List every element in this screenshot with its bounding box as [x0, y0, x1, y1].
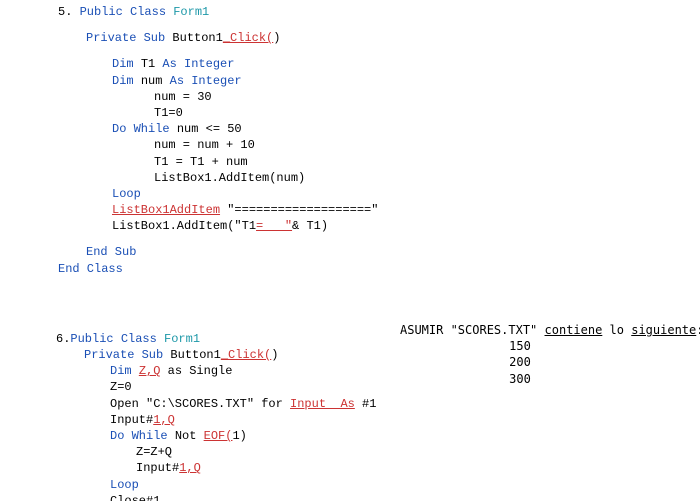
- ex5-declaration: 5. Public Class Form1: [58, 4, 700, 20]
- kw-private-sub: Private Sub: [86, 31, 165, 45]
- cond: num <= 50: [177, 122, 242, 136]
- method-name: Button1: [172, 31, 222, 45]
- kw-loop: Loop: [58, 186, 700, 202]
- input-kw: Input#: [136, 461, 179, 475]
- open-prefix: Open "C:\SCORES.TXT" for: [110, 397, 283, 411]
- kw-dim: Dim: [112, 74, 134, 88]
- class-name: Form1: [173, 5, 209, 19]
- ex5-loop-body2: T1 = T1 + num: [58, 154, 700, 170]
- ex5-dim-num: Dim num As Integer: [58, 73, 700, 89]
- err-input-as: Input As: [290, 397, 355, 411]
- hash1: #1: [362, 397, 376, 411]
- scores-note-label: ASUMIR "SCORES.TXT" contiene lo siguient…: [400, 322, 700, 338]
- scores-note: ASUMIR "SCORES.TXT" contiene lo siguient…: [400, 322, 700, 387]
- lo-text: lo: [610, 323, 624, 337]
- kw-end-sub: End Sub: [58, 244, 700, 260]
- scores-value-1: 150: [400, 338, 640, 354]
- ex5-additem-sep: ListBox1AddItem "===================": [58, 202, 700, 218]
- as-single: as Single: [168, 364, 233, 378]
- err-zq: Z,Q: [139, 364, 161, 378]
- var-t1: T1: [141, 57, 155, 71]
- ex5-additem-t1: ListBox1.AddItem("T1= "& T1): [58, 218, 700, 234]
- ex5-dim-t1: Dim T1 As Integer: [58, 56, 700, 72]
- underlined-click: _Click(: [221, 348, 271, 362]
- ex5-assign-num: num = 30: [58, 89, 700, 105]
- ex6-open: Open "C:\SCORES.TXT" for Input As #1: [56, 396, 700, 412]
- input-kw: Input#: [110, 413, 153, 427]
- close-paren: ): [271, 348, 278, 362]
- var-num: num: [141, 74, 163, 88]
- kw-as-integer: As Integer: [170, 74, 242, 88]
- class-name: Form1: [164, 332, 200, 346]
- ex6-close: Close#1: [56, 493, 700, 501]
- additem-suffix: & T1): [292, 219, 328, 233]
- eof-arg: 1): [232, 429, 246, 443]
- err-eof: EOF(: [204, 429, 233, 443]
- additem-prefix: ListBox1.AddItem("T1: [112, 219, 256, 233]
- ex5-number: 5.: [58, 5, 72, 19]
- kw-end-class: End Class: [58, 261, 700, 277]
- scores-value-2: 200: [400, 354, 640, 370]
- ex6-zzq: Z=Z+Q: [56, 444, 700, 460]
- ex6-input2: Input#1,Q: [56, 460, 700, 476]
- asumir-text: ASUMIR "SCORES.TXT": [400, 323, 537, 337]
- sep-string: "===================": [227, 203, 378, 217]
- exercise-5: 5. Public Class Form1 Private Sub Button…: [58, 4, 700, 277]
- ex6-do-while: Do While Not EOF(1): [56, 428, 700, 444]
- kw-not: Not: [175, 429, 197, 443]
- document-page: 5. Public Class Form1 Private Sub Button…: [0, 0, 700, 501]
- err-1q2: 1,Q: [179, 461, 201, 475]
- kw-do-while: Do While: [112, 122, 170, 136]
- kw-loop: Loop: [56, 477, 700, 493]
- ex6-number: 6.: [56, 332, 70, 346]
- ex5-sub-decl: Private Sub Button1_Click(): [58, 30, 700, 46]
- err-additem: ListBox1AddItem: [112, 203, 220, 217]
- err-1q: 1,Q: [153, 413, 175, 427]
- method-name: Button1: [170, 348, 220, 362]
- ex5-loop-body3: ListBox1.AddItem(num): [58, 170, 700, 186]
- kw-private-sub: Private Sub: [84, 348, 163, 362]
- underlined-click: _Click(: [223, 31, 273, 45]
- siguiente-text: siguiente: [631, 323, 696, 337]
- ex5-do-while: Do While num <= 50: [58, 121, 700, 137]
- kw-as-integer: As Integer: [162, 57, 234, 71]
- contiene-text: contiene: [545, 323, 603, 337]
- kw-public-class: Public Class: [70, 332, 156, 346]
- close-paren: ): [273, 31, 280, 45]
- kw-dim: Dim: [110, 364, 132, 378]
- ex6-input1: Input#1,Q: [56, 412, 700, 428]
- ex5-loop-body1: num = num + 10: [58, 137, 700, 153]
- kw-do-while: Do While: [110, 429, 168, 443]
- ex5-assign-t1: T1=0: [58, 105, 700, 121]
- kw-public-class: Public Class: [80, 5, 166, 19]
- err-eq: = ": [256, 219, 292, 233]
- kw-dim: Dim: [112, 57, 134, 71]
- scores-value-3: 300: [400, 371, 640, 387]
- colon: :: [696, 323, 700, 337]
